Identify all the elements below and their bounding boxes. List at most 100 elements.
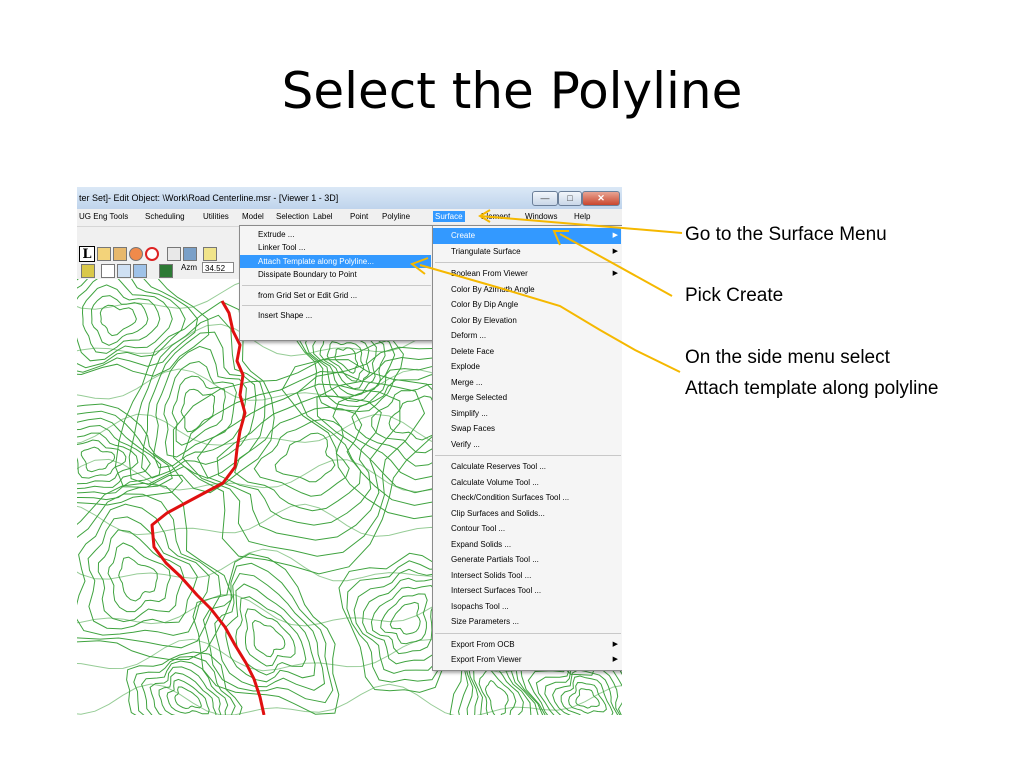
menu-polyline[interactable]: Polyline (380, 211, 412, 222)
menu-item-label: Boolean From Viewer (451, 269, 528, 278)
menu-item-delete-face[interactable]: Delete Face (433, 344, 621, 360)
azimuth-input[interactable]: 34.52 (202, 262, 234, 273)
menu-item-export-from-viewer[interactable]: Export From Viewer ▶ (433, 652, 621, 668)
close-button[interactable]: ✕ (582, 191, 620, 206)
menu-scheduling[interactable]: Scheduling (143, 211, 187, 222)
menu-item-label: Delete Face (451, 346, 495, 356)
menu-element[interactable]: Element (479, 211, 512, 222)
menu-item-boolean-from-viewer[interactable]: Boolean From Viewer ▶ (433, 266, 621, 282)
menu-item-verify[interactable]: Verify ... (433, 437, 621, 453)
no-entry-icon[interactable] (145, 247, 159, 261)
menu-model[interactable]: Model (240, 211, 266, 222)
grid-tool-icon[interactable] (203, 247, 217, 261)
callout-pick-create: Pick Create (685, 285, 784, 306)
application-screenshot: ter Set]- Edit Object: \Work\Road Center… (77, 187, 622, 715)
menu-item-merge[interactable]: Merge ... (433, 375, 621, 391)
menu-separator (242, 284, 431, 286)
menu-point[interactable]: Point (348, 211, 370, 222)
menu-item-color-by-elevation[interactable]: Color By Elevation (433, 313, 621, 329)
menu-item-linker-tool[interactable]: Linker Tool ... (240, 241, 431, 254)
menu-item-triangulate-surface[interactable]: Triangulate Surface ▶ (433, 244, 621, 260)
menu-item-label: Attach Template along Polyline... (258, 256, 374, 266)
menu-utilities[interactable]: Utilities (201, 211, 231, 222)
menu-item-dissipate-boundary-to-point[interactable]: Dissipate Boundary to Point (240, 268, 431, 281)
callout-side-menu-line1: On the side menu select (685, 347, 890, 368)
menu-item-deform[interactable]: Deform ... (433, 328, 621, 344)
layers-tool-icon[interactable] (97, 247, 111, 261)
menu-item-insert-shape[interactable]: Insert Shape ... (240, 309, 431, 322)
target-tool-icon[interactable] (129, 247, 143, 261)
menu-item-label: Swap Faces (451, 424, 496, 433)
menu-item-label: Clip Surfaces and Solids... (451, 508, 545, 518)
menu-item-label: Contour Tool ... (451, 524, 506, 533)
menu-item-label: Dissipate Boundary to Point (258, 270, 357, 280)
globe-icon[interactable] (133, 264, 147, 278)
callout-surface-menu: Go to the Surface Menu (685, 224, 887, 245)
image-tool-icon[interactable] (183, 247, 197, 261)
minimize-button[interactable]: — (532, 191, 558, 206)
menu-item-color-by-dip-angle[interactable]: Color By Dip Angle (433, 297, 621, 313)
menu-item-intersect-surfaces-tool[interactable]: Intersect Surfaces Tool ... (433, 583, 621, 599)
menu-item-attach-template-along-polyline[interactable]: Attach Template along Polyline... (240, 254, 431, 269)
menu-item-intersect-solids-tool[interactable]: Intersect Solids Tool ... (433, 568, 621, 584)
menu-item-label: Intersect Surfaces Tool ... (451, 586, 542, 595)
menu-item-label: Explode (451, 362, 480, 371)
objects-tool-icon[interactable] (113, 247, 127, 261)
menu-item-calculate-volume-tool[interactable]: Calculate Volume Tool ... (433, 475, 621, 491)
menu-item-label: Isopachs Tool ... (451, 601, 509, 611)
menu-item-swap-faces[interactable]: Swap Faces (433, 421, 621, 437)
menu-item-label: Export From OCB (451, 639, 515, 649)
shield-icon[interactable] (81, 264, 95, 278)
surface-color-icon[interactable] (159, 264, 173, 278)
menu-item-label: Check/Condition Surfaces Tool ... (451, 493, 570, 502)
window-titlebar: ter Set]- Edit Object: \Work\Road Center… (77, 187, 622, 209)
menu-item-label: from Grid Set or Edit Grid ... (258, 290, 358, 300)
menu-separator (435, 262, 621, 263)
menu-help[interactable]: Help (572, 211, 592, 222)
menu-item-label: Triangulate Surface (451, 246, 521, 256)
menu-item-label: Merge Selected (451, 393, 508, 402)
menu-item-isopachs-tool[interactable]: Isopachs Tool ... (433, 599, 621, 615)
menu-item-explode[interactable]: Explode (433, 359, 621, 375)
menu-item-label: Simplify ... (451, 408, 488, 418)
menu-item-generate-partials-tool[interactable]: Generate Partials Tool ... (433, 552, 621, 568)
menu-item-extrude[interactable]: Extrude ... (240, 228, 431, 241)
menu-item-clip-surfaces-and-solids[interactable]: Clip Surfaces and Solids... (433, 506, 621, 522)
rotate-icon[interactable] (101, 264, 115, 278)
hatch-tool-icon[interactable] (167, 247, 181, 261)
menu-selection[interactable]: Selection (274, 211, 311, 222)
menu-item-simplify[interactable]: Simplify ... (433, 406, 621, 422)
menu-item-label: Intersect Solids Tool ... (451, 570, 532, 580)
menu-item-size-parameters[interactable]: Size Parameters ... (433, 614, 621, 630)
menu-separator (242, 305, 431, 306)
menu-item-from-grid-set-or-edit-grid[interactable]: from Grid Set or Edit Grid ... (240, 289, 431, 302)
menu-label[interactable]: Label (311, 211, 335, 222)
view-icon[interactable] (117, 264, 131, 278)
window-title: ter Set]- Edit Object: \Work\Road Center… (79, 193, 339, 203)
menu-separator (435, 455, 621, 456)
menu-item-color-by-azimuth-angle[interactable]: Color By Azimuth Angle (433, 282, 621, 298)
maximize-button[interactable]: □ (558, 191, 582, 206)
slide-title: Select the Polyline (281, 62, 743, 120)
menu-item-label: Verify ... (451, 439, 480, 449)
menu-item-create[interactable]: Create ▶ (433, 228, 621, 244)
menu-surface[interactable]: Surface (433, 211, 465, 222)
menu-ug-eng-tools[interactable]: UG Eng Tools (77, 211, 130, 222)
submenu-arrow-icon: ▶ (612, 640, 618, 648)
menu-item-contour-tool[interactable]: Contour Tool ... (433, 521, 621, 537)
surface-menu-dropdown: Create ▶ Triangulate Surface ▶ Boolean From … (432, 225, 622, 671)
submenu-arrow-icon: ▶ (612, 247, 618, 255)
road-centerline-polyline[interactable] (150, 300, 266, 715)
azimuth-label: Azm (181, 263, 197, 272)
menu-item-merge-selected[interactable]: Merge Selected (433, 390, 621, 406)
menu-item-label: Calculate Reserves Tool ... (451, 462, 547, 471)
create-submenu: Extrude ... Linker Tool ... Attach Templat… (239, 225, 434, 341)
label-tool-button[interactable]: L (79, 246, 95, 262)
menu-item-calculate-reserves-tool[interactable]: Calculate Reserves Tool ... (433, 459, 621, 475)
menu-item-export-from-ocb[interactable]: Export From OCB ▶ (433, 637, 621, 653)
menu-item-expand-solids[interactable]: Expand Solids ... (433, 537, 621, 553)
menu-windows[interactable]: Windows (523, 211, 559, 222)
menu-item-label: Merge ... (451, 377, 483, 387)
submenu-arrow-icon: ▶ (612, 232, 618, 239)
menu-item-check-condition-surfaces-tool[interactable]: Check/Condition Surfaces Tool ... (433, 490, 621, 506)
